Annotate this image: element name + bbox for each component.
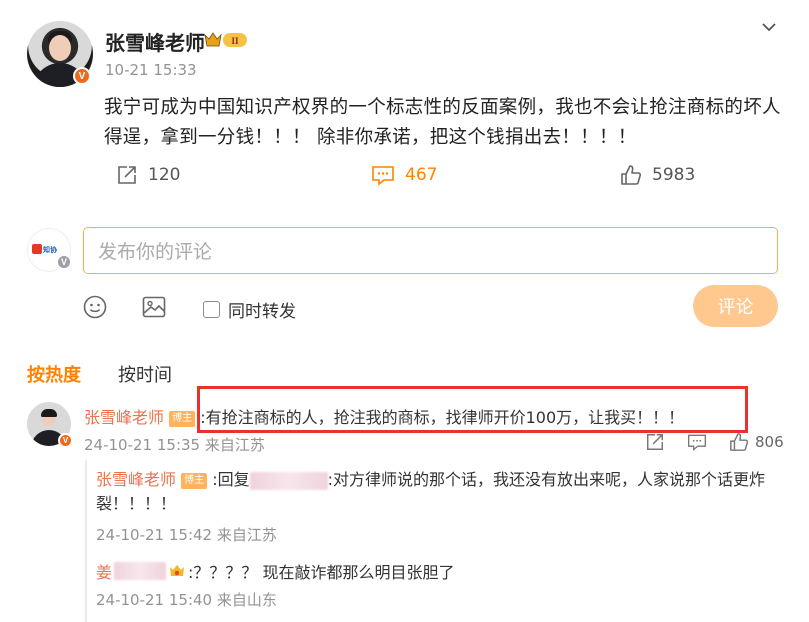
repost-checkbox[interactable]: 同时转发 — [203, 297, 296, 322]
comment-count: 467 — [405, 165, 438, 185]
verified-icon: V — [58, 433, 73, 448]
highlight-box — [197, 386, 748, 433]
tab-sort-time[interactable]: 按时间 — [118, 361, 172, 387]
fan-badge-icon — [170, 565, 185, 576]
blogger-tag: 博主 — [169, 410, 196, 427]
submit-comment-button[interactable]: 评论 — [693, 285, 778, 327]
comment-like-button[interactable]: 806 — [729, 432, 784, 452]
reply-text: :？？？？ 现在敲诈都那么明目张胆了 — [188, 563, 455, 582]
comment-meta: 24-10-21 15:35 来自江苏 — [84, 436, 265, 454]
blogger-tag: 博主 — [181, 472, 208, 489]
tab-sort-hot[interactable]: 按热度 — [27, 361, 81, 387]
verified-icon: V — [73, 67, 91, 85]
vip-crown-icon[interactable]: II — [203, 30, 249, 50]
post-author-name[interactable]: 张雪峰老师 — [105, 27, 205, 56]
checkbox[interactable] — [203, 301, 220, 318]
emoji-icon[interactable] — [82, 294, 108, 320]
chevron-down-icon[interactable] — [760, 18, 778, 36]
comment-input[interactable]: 发布你的评论 — [83, 227, 778, 274]
reply-1: 张雪峰老师 博主 :回复:对方律师说的那个话，我还没有放出来呢，人家说那个话更炸… — [96, 468, 786, 516]
share-icon[interactable] — [645, 432, 665, 452]
repost-checkbox-label: 同时转发 — [228, 302, 296, 322]
comment-actions: 806 — [645, 432, 784, 452]
thumbs-up-icon — [730, 433, 749, 451]
share-icon — [118, 166, 136, 184]
reply-2: 姜 :？？？？ 现在敲诈都那么明目张胆了 — [96, 559, 455, 583]
reply-author-initial[interactable]: 姜 — [96, 559, 112, 583]
reply-prefix: :回复 — [212, 470, 250, 489]
post-text: 我宁可成为中国知识产权界的一个标志性的反面案例，我也不会让抢注商标的坏人得逞，拿… — [104, 97, 781, 148]
post-time[interactable]: 10-21 15:33 — [105, 61, 197, 79]
comment-input-placeholder: 发布你的评论 — [98, 241, 213, 263]
thumbs-up-icon — [621, 165, 641, 185]
reply-meta: 24-10-21 15:40 来自山东 — [96, 591, 277, 609]
redacted-username — [249, 471, 328, 490]
like-button[interactable]: 5983 — [620, 164, 695, 186]
comment-icon — [372, 166, 394, 186]
redacted-username — [114, 562, 167, 580]
reply-author-name[interactable]: 张雪峰老师 — [96, 470, 176, 489]
comment-like-count: 806 — [755, 433, 784, 451]
verified-icon: V — [56, 254, 72, 270]
repost-count: 120 — [148, 165, 181, 185]
like-count: 5983 — [652, 165, 696, 185]
image-icon[interactable] — [141, 294, 167, 320]
level-badge-text: II — [231, 36, 239, 46]
comment-author-name[interactable]: 张雪峰老师 — [84, 408, 164, 427]
repost-button[interactable]: 120 — [116, 164, 180, 186]
reply-meta: 24-10-21 15:42 来自江苏 — [96, 526, 277, 544]
comment-icon[interactable] — [687, 432, 707, 452]
comment-button[interactable]: 467 — [371, 164, 437, 186]
